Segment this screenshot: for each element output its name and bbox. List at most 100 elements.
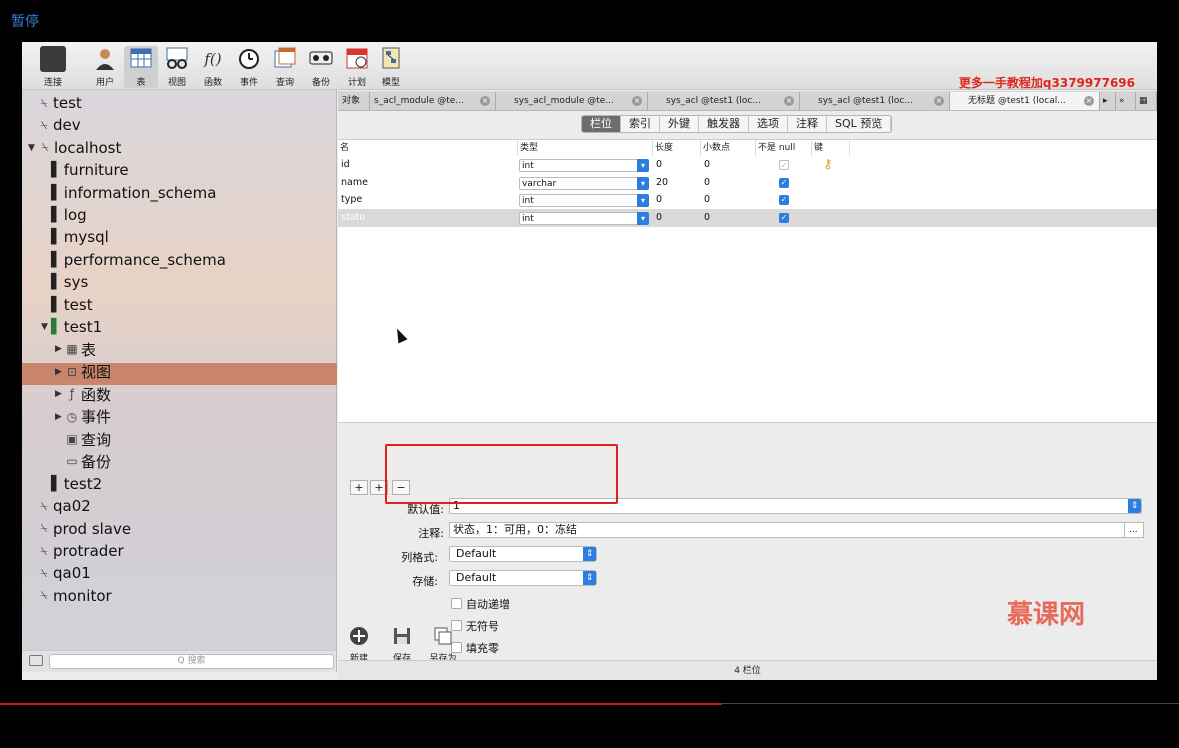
toolbar-schedule-button[interactable]: 计划	[340, 46, 374, 88]
sidebar-database-item[interactable]: ▌ furniture	[51, 159, 129, 181]
sidebar-database-item[interactable]: ▌ mysql	[51, 226, 109, 248]
segment-tab[interactable]: 索引	[621, 116, 660, 132]
table-row[interactable]: statu int 0 0 ✓	[338, 208, 1157, 227]
comment-more-button[interactable]: ...	[1124, 522, 1144, 538]
field-name-cell[interactable]: id	[341, 156, 350, 174]
sidebar-database-item[interactable]: ▼ ▌ test1	[41, 316, 102, 338]
not-null-checkbox[interactable]: ✓	[779, 177, 789, 188]
sidebar-child-item[interactable]: ▶ ▦ 表	[55, 338, 96, 360]
sidebar-child-item[interactable]: ▶ ⊡ 视图	[55, 361, 111, 383]
field-decimals-cell[interactable]: 0	[704, 156, 710, 174]
sidebar-connection-item[interactable]: ⍀ monitor	[37, 585, 111, 607]
field-name-cell[interactable]: type	[341, 191, 362, 209]
tab-item[interactable]: s_acl_module @te... ×	[370, 92, 496, 110]
expand-arrow-icon[interactable]: ▶	[55, 367, 65, 377]
toolbar-query-button[interactable]: 查询	[268, 46, 302, 88]
tab-overflow-button[interactable]: »	[1116, 92, 1136, 110]
sidebar-database-item[interactable]: ▌ test	[51, 294, 93, 316]
sidebar-child-item[interactable]: ▭ 备份	[55, 450, 111, 472]
not-null-checkbox[interactable]: ✓	[779, 212, 789, 223]
segment-tab[interactable]: 注释	[788, 116, 827, 132]
comment-input[interactable]: 状态，1：可用，0：冻结	[449, 522, 1125, 538]
close-icon[interactable]: ×	[632, 96, 642, 106]
sidebar-item-label: 视图	[81, 363, 112, 382]
segment-tab[interactable]: 触发器	[699, 116, 749, 132]
expand-arrow-icon[interactable]: ▶	[55, 344, 65, 354]
video-progress-bar[interactable]	[0, 703, 722, 705]
sidebar-connection-item[interactable]: ⍀ prod slave	[37, 518, 131, 540]
tab-add-icon[interactable]: ▦	[1136, 92, 1157, 110]
table-row[interactable]: type int 0 0 ✓	[338, 191, 1157, 209]
column-format-select[interactable]: Default	[449, 546, 597, 562]
toolbar-user-button[interactable]: 用户	[88, 46, 122, 88]
add-field-button[interactable]: +	[350, 480, 368, 495]
field-decimals-cell[interactable]: 0	[704, 209, 710, 227]
sidebar-item-label: 事件	[81, 408, 112, 427]
toolbar-backup-button[interactable]: 备份	[304, 46, 338, 88]
toolbar-view-button[interactable]: 视图	[160, 46, 194, 88]
expand-arrow-icon[interactable]: ▶	[55, 389, 65, 399]
field-decimals-cell[interactable]: 0	[704, 191, 710, 209]
segment-tab[interactable]: 栏位	[582, 116, 621, 132]
toolbar-connection-button[interactable]: 连接	[36, 46, 70, 88]
field-type-select[interactable]: int	[519, 211, 649, 225]
segment-tab[interactable]: 外键	[660, 116, 699, 132]
sidebar-connection-item[interactable]: ⍀ protrader	[37, 540, 123, 562]
sidebar-child-item[interactable]: ▣ 查询	[55, 428, 111, 450]
sidebar-connection-item[interactable]: ⍀ qa02	[37, 495, 90, 517]
sidebar-connection-item[interactable]: ⍀ dev	[37, 114, 80, 136]
close-icon[interactable]: ×	[480, 96, 490, 106]
sidebar-connection-item[interactable]: ▼ ⍀ localhost	[28, 137, 121, 159]
sidebar-toggle-button[interactable]	[29, 655, 43, 666]
sidebar-search-input[interactable]: Q 搜索	[49, 654, 334, 669]
tab-scroll-right-button[interactable]: ▸	[1100, 92, 1116, 110]
close-icon[interactable]: ×	[1084, 96, 1094, 106]
auto-increment-checkbox[interactable]	[451, 598, 462, 609]
field-type-select[interactable]: varchar	[519, 176, 649, 190]
close-icon[interactable]: ×	[934, 96, 944, 106]
sidebar-database-item[interactable]: ▌ test2	[51, 473, 102, 495]
collapse-arrow-icon[interactable]: ▼	[28, 143, 38, 153]
field-length-cell[interactable]: 0	[656, 209, 662, 227]
not-null-checkbox[interactable]: ✓	[779, 160, 789, 170]
tab-objects[interactable]: 对象	[338, 92, 370, 110]
video-progress-track[interactable]	[722, 703, 1179, 704]
field-type-select[interactable]: int	[519, 194, 649, 207]
tab-item[interactable]: sys_acl @test1 (loc... ×	[648, 92, 800, 110]
segment-tab[interactable]: SQL 预览	[827, 116, 892, 132]
tab-item[interactable]: sys_acl_module @te... ×	[496, 92, 648, 110]
close-icon[interactable]: ×	[784, 96, 794, 106]
sidebar-database-item[interactable]: ▌ information_schema	[51, 182, 216, 204]
sidebar-connection-item[interactable]: ⍀ test	[37, 92, 81, 114]
sidebar-child-item[interactable]: ▶ ◷ 事件	[55, 406, 111, 428]
toolbar-event-button[interactable]: 事件	[232, 46, 266, 88]
sidebar-database-item[interactable]: ▌ performance_schema	[51, 249, 226, 271]
sidebar-connection-item[interactable]: ⍀ qa01	[37, 562, 91, 584]
tab-item-active[interactable]: 无标题 @test1 (local... ×	[950, 92, 1100, 110]
sidebar-item-label: qa01	[53, 564, 91, 583]
field-name-cell[interactable]: statu	[341, 209, 365, 227]
toolbar-model-button[interactable]: 模型	[374, 46, 408, 88]
default-value-dropdown[interactable]	[1128, 498, 1142, 514]
field-length-cell[interactable]: 0	[656, 191, 662, 209]
field-name-cell[interactable]: name	[341, 174, 368, 192]
object-type-icon: ▣	[66, 432, 78, 446]
table-row[interactable]: id int 0 0 ✓ ⚷	[338, 156, 1157, 174]
tab-item[interactable]: sys_acl @test1 (loc... ×	[800, 92, 950, 110]
toolbar-table-button[interactable]: 表	[124, 46, 158, 88]
sidebar-database-item[interactable]: ▌ sys	[51, 271, 88, 293]
primary-key-icon[interactable]: ⚷	[823, 156, 833, 174]
not-null-checkbox[interactable]: ✓	[779, 195, 789, 205]
expand-arrow-icon[interactable]: ▶	[55, 412, 65, 422]
toolbar-function-button[interactable]: f() 函数	[196, 46, 230, 88]
storage-select[interactable]: Default	[449, 570, 597, 586]
segment-tab[interactable]: 选项	[749, 116, 788, 132]
field-type-select[interactable]: int	[519, 159, 649, 172]
field-length-cell[interactable]: 20	[656, 174, 668, 192]
table-row[interactable]: name varchar 20 0 ✓	[338, 174, 1157, 192]
sidebar-child-item[interactable]: ▶ ƒ 函数	[55, 383, 111, 405]
collapse-arrow-icon[interactable]: ▼	[41, 322, 51, 332]
field-length-cell[interactable]: 0	[656, 156, 662, 174]
sidebar-database-item[interactable]: ▌ log	[51, 204, 87, 226]
field-decimals-cell[interactable]: 0	[704, 174, 710, 192]
